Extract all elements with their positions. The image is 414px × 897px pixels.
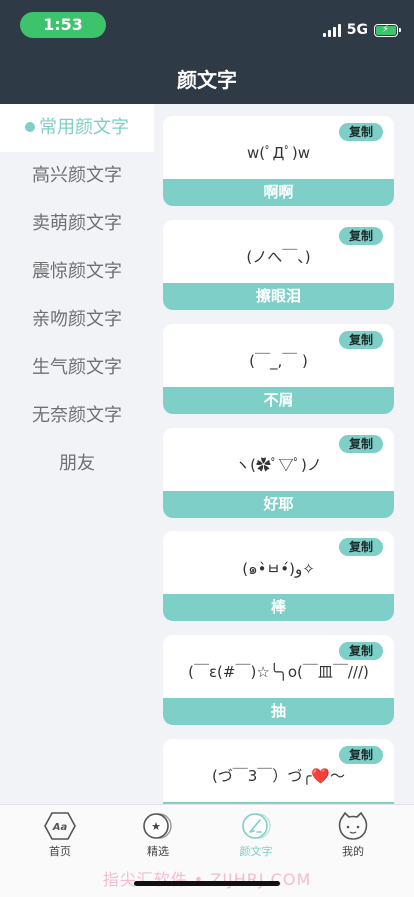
sidebar-item-label: 震惊颜文字 <box>32 261 122 282</box>
sidebar-item-angry[interactable]: 生气颜文字 <box>0 344 154 392</box>
kaomoji-label: 啊啊 <box>163 179 394 206</box>
sidebar-item-label: 高兴颜文字 <box>32 165 122 186</box>
star-circle-icon: ★ <box>143 813 172 839</box>
sidebar-item-kiss[interactable]: 亲吻颜文字 <box>0 296 154 344</box>
battery-icon: ⚡ <box>374 23 401 37</box>
app-header: 1:53 5G ⚡ 颜文字 <box>0 0 414 104</box>
kaomoji-card[interactable]: 复制 (￣ε(#￣)☆╰╮o(￣皿￣///) 抽 <box>163 635 394 725</box>
svg-text:★: ★ <box>151 820 161 833</box>
category-sidebar: 常用颜文字 高兴颜文字 卖萌颜文字 震惊颜文字 亲吻颜文字 生气颜文字 无奈颜文… <box>0 104 154 804</box>
page-title: 颜文字 <box>177 68 237 92</box>
kaomoji-text: (￣_,￣ ) <box>249 352 308 370</box>
kaomoji-label: 擦眼泪 <box>163 283 394 310</box>
watermark: 指尖汇软件 • ZIJHRJ.COM <box>102 870 312 889</box>
kaomoji-text: w(ﾟДﾟ)w <box>247 144 310 162</box>
sidebar-item-label: 常用颜文字 <box>39 117 129 138</box>
tab-home[interactable]: Aa 首页 <box>25 811 95 859</box>
active-dot-icon <box>25 122 35 132</box>
sidebar-item-label: 卖萌颜文字 <box>32 213 122 234</box>
sidebar-item-common[interactable]: 常用颜文字 <box>0 104 154 152</box>
kaomoji-label: 好耶 <box>163 491 394 518</box>
sidebar-item-label: 无奈颜文字 <box>32 405 122 426</box>
kaomoji-text: (づ￣3￣）づ╭❤️～ <box>211 767 346 785</box>
kaomoji-text: (ノへ￣、) <box>246 248 311 266</box>
tab-kaomoji[interactable]: 颜文字 <box>221 811 291 859</box>
sidebar-item-label: 朋友 <box>59 453 95 474</box>
tab-label: 颜文字 <box>239 845 273 858</box>
sidebar-item-shock[interactable]: 震惊颜文字 <box>0 248 154 296</box>
signal-icon <box>322 23 341 37</box>
network-type: 5G <box>346 22 368 38</box>
kaomoji-card[interactable]: 复制 (づ￣3￣）づ╭❤️～ <box>163 739 394 804</box>
svg-text:Aa: Aa <box>52 822 68 833</box>
kaomoji-label: 抽 <box>163 698 394 725</box>
kaomoji-card[interactable]: 复制 ヽ(✿ﾟ▽ﾟ)ノ 好耶 <box>163 428 394 518</box>
cat-face-icon <box>338 811 368 840</box>
copy-button[interactable]: 复制 <box>339 538 383 556</box>
copy-button[interactable]: 复制 <box>339 123 383 141</box>
sidebar-item-label: 生气颜文字 <box>32 357 122 378</box>
kaomoji-card[interactable]: 复制 (ノへ￣、) 擦眼泪 <box>163 220 394 310</box>
sidebar-item-friends[interactable]: 朋友 <box>0 440 154 488</box>
kaomoji-text: (๑•̀ㅂ•́)و✧ <box>242 560 315 578</box>
kaomoji-label: 棒 <box>163 594 394 621</box>
copy-button[interactable]: 复制 <box>339 746 383 764</box>
kaomoji-list[interactable]: 复制 w(ﾟДﾟ)w 啊啊 复制 (ノへ￣、) 擦眼泪 复制 (￣_,￣ ) 不… <box>154 104 414 804</box>
pen-circle-icon <box>242 813 271 839</box>
copy-button[interactable]: 复制 <box>339 642 383 660</box>
tab-me[interactable]: 我的 <box>318 811 388 859</box>
kaomoji-label: 不屑 <box>163 387 394 414</box>
aa-hexagon-icon: Aa <box>44 812 76 840</box>
kaomoji-card[interactable]: 复制 (๑•̀ㅂ•́)و✧ 棒 <box>163 531 394 621</box>
kaomoji-card[interactable]: 复制 w(ﾟДﾟ)w 啊啊 <box>163 116 394 206</box>
tab-label: 我的 <box>342 845 364 858</box>
tab-label: 首页 <box>49 845 71 858</box>
kaomoji-text: (￣ε(#￣)☆╰╮o(￣皿￣///) <box>188 663 369 681</box>
sidebar-item-happy[interactable]: 高兴颜文字 <box>0 152 154 200</box>
sidebar-item-helpless[interactable]: 无奈颜文字 <box>0 392 154 440</box>
sidebar-item-label: 亲吻颜文字 <box>32 309 122 330</box>
home-indicator[interactable] <box>134 881 280 886</box>
copy-button[interactable]: 复制 <box>339 331 383 349</box>
tab-label: 精选 <box>147 845 169 858</box>
status-indicators: 5G ⚡ <box>322 20 401 40</box>
sidebar-item-cute[interactable]: 卖萌颜文字 <box>0 200 154 248</box>
tab-featured[interactable]: ★ 精选 <box>123 811 193 859</box>
copy-button[interactable]: 复制 <box>339 227 383 245</box>
kaomoji-card[interactable]: 复制 (￣_,￣ ) 不屑 <box>163 324 394 414</box>
copy-button[interactable]: 复制 <box>339 435 383 453</box>
kaomoji-text: ヽ(✿ﾟ▽ﾟ)ノ <box>235 456 322 474</box>
status-time: 1:53 <box>20 12 106 38</box>
